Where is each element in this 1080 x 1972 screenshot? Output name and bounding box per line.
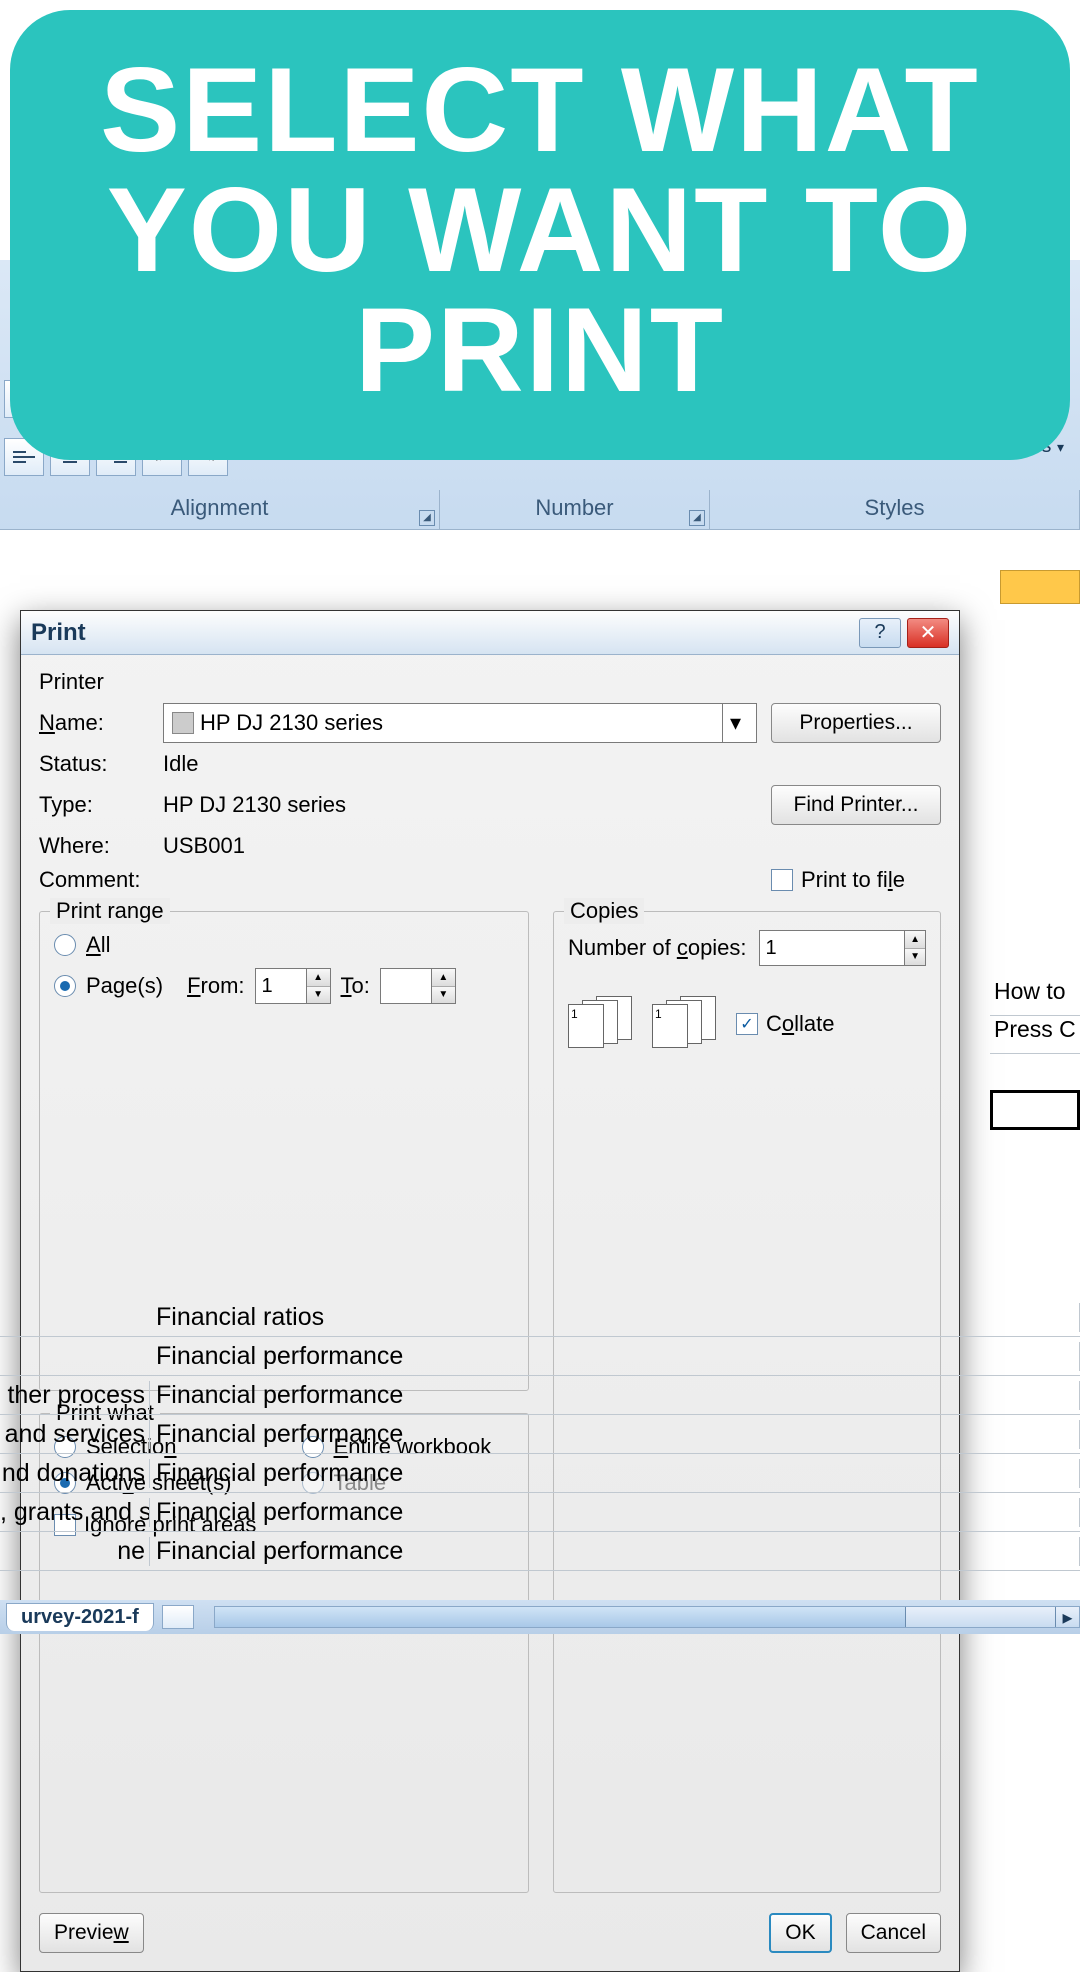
banner-line1: SELECT WHAT [100,43,980,177]
print-to-file-row: Print to file [771,867,941,893]
range-pages-row: Page(s) From: ▲▼ To: ▲▼ [54,968,514,1004]
help-icon: ? [874,621,885,644]
help-button[interactable]: ? [859,618,901,648]
printer-name-dropdown[interactable]: HP DJ 2130 series ▾ [163,703,757,743]
where-value: USB001 [163,833,757,859]
range-all-label: All [86,932,110,958]
spreadsheet-rows: Financial ratios Financial performance t… [0,1298,1080,1571]
sheet-tab[interactable]: urvey-2021-f [6,1603,154,1631]
table-row[interactable]: neFinancial performance [0,1532,1080,1571]
table-row[interactable]: and servicesFinancial performance [0,1415,1080,1454]
print-dialog: Print ? ✕ Printer Name: HP DJ 2130 serie… [20,610,960,1972]
printer-info: Name: HP DJ 2130 series ▾ Properties... … [39,703,941,893]
alignment-group-label: Alignment ◢ [0,490,440,530]
add-sheet-button[interactable] [162,1605,194,1629]
copies-title: Copies [564,898,644,924]
side-cells: How to Press C [990,978,1080,1054]
from-field[interactable] [256,969,306,1003]
to-field[interactable] [381,969,431,1003]
collate-label: Collate [766,1011,835,1037]
range-pages-label: Page(s) [86,973,163,999]
printer-section-label: Printer [39,669,941,695]
banner-line2: YOU WANT TO [107,163,973,297]
find-printer-button[interactable]: Find Printer... [771,785,941,825]
banner-line3: PRINT [355,283,725,417]
scroll-right-arrow[interactable]: ▸ [1055,1607,1079,1627]
ok-button[interactable]: OK [769,1913,831,1953]
to-spinner[interactable]: ▲▼ [431,969,455,1003]
status-value: Idle [163,751,757,777]
printer-name-value: HP DJ 2130 series [200,710,722,736]
horizontal-scrollbar[interactable]: ▸ [214,1606,1080,1628]
collate-preview-2: 321 [652,996,716,1052]
to-input[interactable]: ▲▼ [380,968,456,1004]
banner-text: SELECT WHAT YOU WANT TO PRINT [40,50,1040,410]
dropdown-arrow-icon: ▾ [1057,439,1064,455]
from-label: From: [187,973,244,999]
table-row[interactable]: nd donationsFinancial performance [0,1454,1080,1493]
printer-icon [172,712,194,734]
selected-column-header[interactable] [1000,570,1080,604]
number-launcher[interactable]: ◢ [689,510,705,526]
table-row[interactable]: Financial performance [0,1337,1080,1376]
comment-label: Comment: [39,867,149,893]
copies-field[interactable] [760,931,905,965]
range-all-radio[interactable] [54,934,76,956]
collate-preview-1: 321 [568,996,632,1052]
properties-button[interactable]: Properties... [771,703,941,743]
to-label: To: [341,973,370,999]
cancel-button[interactable]: Cancel [846,1913,941,1953]
scrollbar-thumb[interactable] [215,1607,906,1627]
styles-group-label: Styles [710,490,1080,530]
preview-button[interactable]: Preview [39,1913,144,1953]
selected-cell[interactable] [990,1090,1080,1130]
print-to-file-checkbox[interactable] [771,869,793,891]
range-all-row: All [54,932,514,958]
sheet-tab-bar: urvey-2021-f ▸ [0,1600,1080,1634]
close-icon: ✕ [920,620,937,645]
copies-spinner[interactable]: ▲▼ [904,931,925,965]
name-label: Name: [39,710,149,736]
copies-input[interactable]: ▲▼ [759,930,926,966]
alignment-launcher[interactable]: ◢ [419,510,435,526]
print-to-file-label: Print to file [801,867,905,893]
collate-checkbox[interactable] [736,1013,758,1035]
dialog-titlebar: Print ? ✕ [21,611,959,655]
from-spinner[interactable]: ▲▼ [306,969,330,1003]
where-label: Where: [39,833,149,859]
type-label: Type: [39,792,149,818]
table-row[interactable]: ther processFinancial performance [0,1376,1080,1415]
range-pages-radio[interactable] [54,975,76,997]
side-cell[interactable]: Press C [990,1016,1080,1054]
table-row[interactable]: Financial ratios [0,1298,1080,1337]
table-row[interactable]: , grants and sFinancial performance [0,1493,1080,1532]
dialog-footer: Preview OK Cancel [39,1913,941,1953]
dialog-title: Print [31,619,86,647]
num-copies-label: Number of copies: [568,935,747,961]
instruction-banner: SELECT WHAT YOU WANT TO PRINT [10,10,1070,460]
dropdown-arrow-icon: ▾ [722,704,748,742]
ribbon-group-labels: Alignment ◢ Number ◢ Styles [0,490,1080,530]
from-input[interactable]: ▲▼ [255,968,331,1004]
type-value: HP DJ 2130 series [163,792,757,818]
side-cell[interactable]: How to [990,978,1080,1016]
close-button[interactable]: ✕ [907,618,949,648]
print-range-title: Print range [50,898,170,924]
number-group-label: Number ◢ [440,490,710,530]
status-label: Status: [39,751,149,777]
